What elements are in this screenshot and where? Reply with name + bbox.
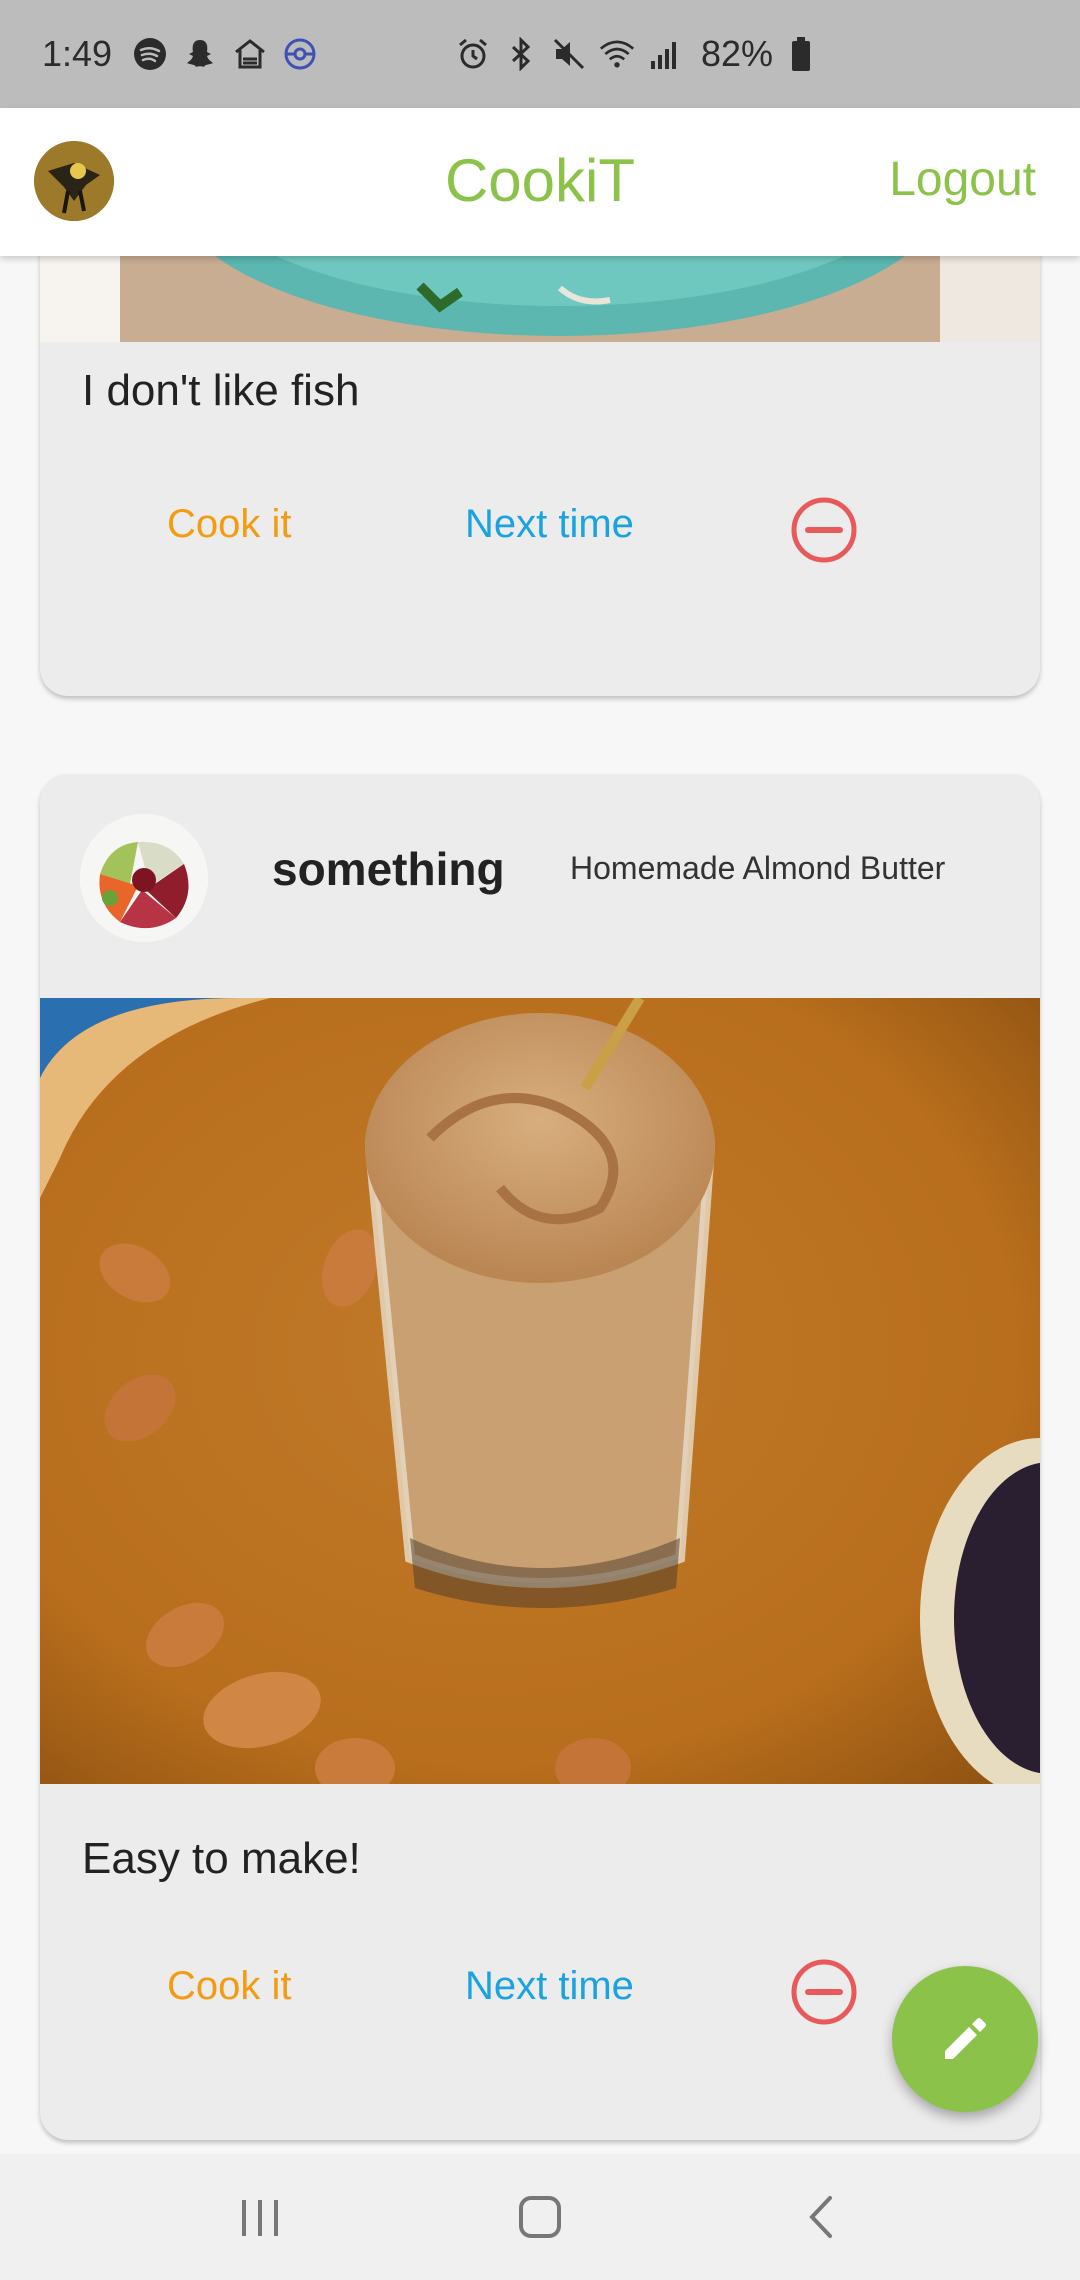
pencil-icon [945,2018,986,2059]
next-time-button[interactable]: Next time [465,1964,634,2009]
post-actions: Cook it Next time [40,490,1040,570]
author-name[interactable]: something [272,842,505,896]
status-time: 1:49 [42,33,113,74]
snapchat-icon [182,36,218,72]
wifi-icon [599,36,635,72]
cook-it-button[interactable]: Cook it [167,502,292,547]
post-card: I don't like fish Cook it Next time [40,256,1040,696]
back-icon[interactable] [782,2182,862,2252]
recents-icon[interactable] [220,2182,300,2252]
battery-icon [783,36,819,72]
post-card: something Homemade Almond Butter Easy to… [40,774,1040,2140]
status-right: 82% [455,0,831,108]
signal-icon [647,36,683,72]
post-image [40,998,1040,1784]
battery-percent: 82% [701,33,774,74]
feed[interactable]: I don't like fish Cook it Next time some… [0,256,1080,2154]
post-caption: I don't like fish [82,366,360,415]
author-avatar[interactable] [80,814,208,942]
post-image [40,256,1040,342]
post-header: something Homemade Almond Butter [40,774,1040,998]
system-nav-bar [0,2154,1080,2280]
pokemon-go-icon [282,36,318,72]
home-icon[interactable] [500,2182,580,2252]
post-caption: Easy to make! [82,1834,361,1883]
app-bar: CookiT Logout [0,108,1080,256]
post-actions: Cook it Next time [40,1952,1040,2032]
spotify-icon [132,36,168,72]
create-post-button[interactable] [892,1966,1038,2112]
alarm-icon [455,36,491,72]
bluetooth-icon [503,36,539,72]
next-time-button[interactable]: Next time [465,502,634,547]
remove-circle-icon[interactable] [790,1958,858,2026]
home-app-icon [232,36,268,72]
status-bar: 1:49 82% [0,0,1080,108]
recipe-name: Homemade Almond Butter [570,850,946,886]
status-left: 1:49 [42,0,332,108]
logout-button[interactable]: Logout [889,152,1036,207]
mute-icon [551,36,587,72]
remove-circle-icon[interactable] [790,496,858,564]
cook-it-button[interactable]: Cook it [167,1964,292,2009]
